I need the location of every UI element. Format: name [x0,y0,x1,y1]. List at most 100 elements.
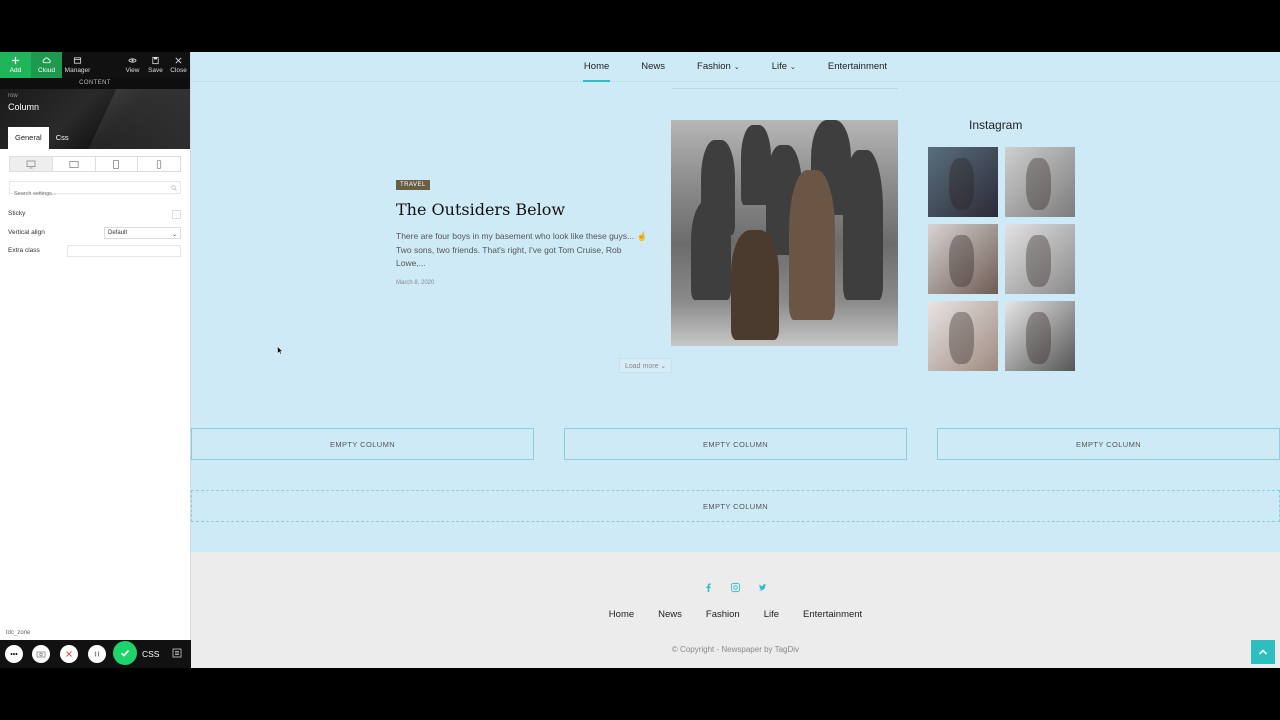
chevron-down-icon: ⌄ [171,232,177,238]
phone-icon [157,159,162,169]
mouse-cursor-icon [277,346,283,355]
post-title[interactable]: The Outsiders Below [396,200,565,219]
instagram-photo[interactable] [928,224,998,294]
nav-news[interactable]: News [625,52,681,81]
instagram-icon[interactable] [730,582,741,593]
chevron-up-icon [1258,649,1268,655]
footer-nav: Home News Fashion Life Entertainment [191,609,1280,620]
chevron-down-icon: ⌄ [660,363,667,370]
footer-nav-home[interactable]: Home [597,609,646,620]
extra-class-input[interactable] [67,245,181,257]
add-label: Add [9,67,22,74]
post-image[interactable] [671,120,898,346]
preview-button[interactable] [32,645,50,663]
tablet-portrait-icon [113,159,120,169]
footer-nav-life[interactable]: Life [752,609,791,620]
css-button[interactable]: CSS [142,649,159,659]
list-icon[interactable] [172,648,182,658]
chevron-down-icon: ⌄ [733,64,740,71]
desktop-icon [26,160,36,168]
instagram-photo[interactable] [1005,301,1075,371]
camera-icon [36,651,46,658]
nav-news-label: News [641,61,666,72]
footer-nav-news[interactable]: News [646,609,694,620]
empty-column[interactable]: EMPTY COLUMN [564,428,907,460]
zone-label: tdc_zone [6,630,31,636]
sticky-checkbox[interactable] [172,210,181,219]
footer: Home News Fashion Life Entertainment © C… [191,552,1280,668]
device-phone[interactable] [138,157,180,171]
content-section-label: CONTENT [0,78,190,89]
instagram-photo[interactable] [1005,224,1075,294]
x-icon [66,651,72,657]
view-label: View [125,67,140,74]
close-button[interactable]: Close [167,52,190,78]
scroll-to-top-button[interactable] [1251,640,1275,664]
site-preview: Home News Fashion ⌄ Life ⌄ Entertainment T… [191,52,1280,668]
tab-general[interactable]: General [8,127,49,149]
cloud-button[interactable]: Cloud [31,52,62,78]
nav-fashion-label: Fashion [697,61,731,72]
close-label: Close [170,67,187,74]
view-button[interactable]: View [121,52,144,78]
load-more-label: Load more [625,363,659,370]
search-icon [171,185,177,191]
manager-icon [73,57,82,64]
pause-button[interactable] [88,645,106,663]
footer-nav-entertainment[interactable]: Entertainment [791,609,874,620]
tab-css[interactable]: Css [49,127,76,149]
instagram-photo[interactable] [1005,147,1075,217]
nav-entertainment[interactable]: Entertainment [812,52,903,81]
save-button[interactable]: Save [144,52,167,78]
category-badge[interactable]: TRAVEL [396,180,430,190]
editor-panel: Add Cloud Manager View Save Close CONTEN… [0,52,191,668]
manager-label: Manager [64,67,91,74]
breadcrumb[interactable]: row [8,93,18,99]
device-desktop[interactable] [10,157,53,171]
settings-tabs: General Css [8,127,76,149]
device-switcher [9,156,181,172]
settings-search [9,181,181,200]
nav-home[interactable]: Home [568,52,625,82]
check-icon [120,650,130,657]
divider [672,88,898,89]
eye-icon [128,58,137,63]
nav-life-label: Life [771,61,788,72]
footer-nav-fashion[interactable]: Fashion [694,609,752,620]
empty-column[interactable]: EMPTY COLUMN [191,490,1280,522]
cloud-icon [42,57,51,64]
add-button[interactable]: Add [0,52,31,78]
device-tablet-landscape[interactable] [53,157,96,171]
settings-search-input[interactable] [10,188,180,200]
more-button[interactable] [5,645,23,663]
tablet-landscape-icon [69,160,79,168]
instagram-title: Instagram [969,118,1023,132]
main-nav: Home News Fashion ⌄ Life ⌄ Entertainment [191,52,1280,82]
manager-button[interactable]: Manager [62,52,93,78]
nav-entertainment-label: Entertainment [827,61,888,72]
copyright: © Copyright - Newspaper by TagDiv [671,645,800,654]
save-icon [152,56,159,65]
social-links [191,582,1280,593]
plus-icon [11,56,20,65]
device-tablet-portrait[interactable] [96,157,139,171]
empty-column[interactable]: EMPTY COLUMN [937,428,1280,460]
element-title: Column [8,102,40,112]
empty-column[interactable]: EMPTY COLUMN [191,428,534,460]
instagram-photo[interactable] [928,301,998,371]
more-icon [10,653,18,655]
element-header: row Column General Css [0,89,190,149]
discard-button[interactable] [60,645,78,663]
instagram-photo[interactable] [928,147,998,217]
apply-button[interactable] [113,641,137,665]
nav-fashion[interactable]: Fashion ⌄ [681,52,756,81]
facebook-icon[interactable] [703,582,714,593]
vertical-align-value: Default [108,230,128,236]
editor-toolbar: Add Cloud Manager View Save Close [0,52,190,78]
load-more-button[interactable]: Load more ⌄ [619,358,673,373]
twitter-icon[interactable] [757,582,768,593]
vertical-align-select[interactable]: Default ⌄ [104,227,181,239]
nav-life[interactable]: Life ⌄ [756,52,812,81]
editor-bottom-bar: CSS [0,640,191,668]
post-date: March 8, 2020 [396,280,435,286]
